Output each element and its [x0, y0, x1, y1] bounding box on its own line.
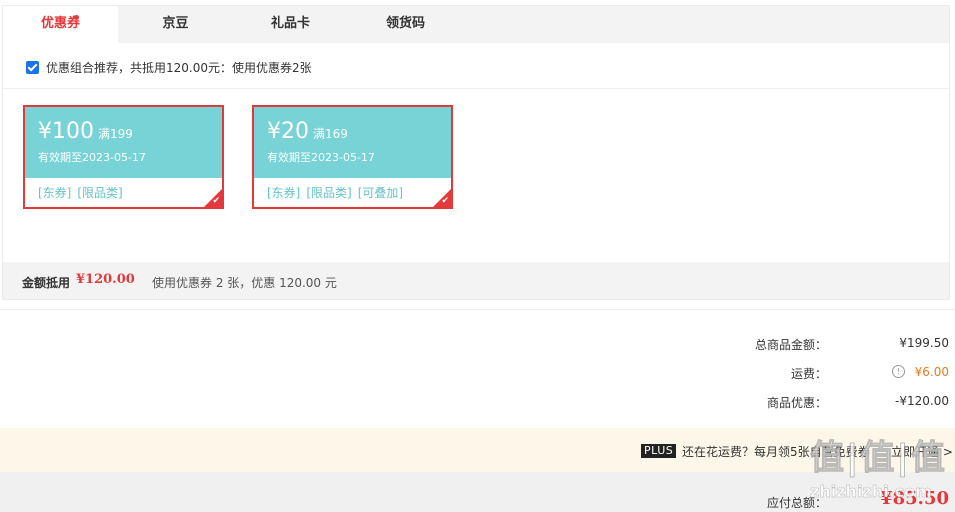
goods-total-label: 总商品金额：: [754, 338, 827, 352]
check-icon: ✔: [441, 196, 449, 206]
coupon-tag: [东券]: [38, 186, 72, 200]
coupon-tags: [东券] [限品类] [可叠加]: [267, 184, 409, 201]
coupon-amount: ¥100 满199: [38, 119, 133, 144]
summary-amount: ¥120.00: [76, 272, 135, 287]
tab-gift-card[interactable]: 礼品卡: [233, 6, 348, 43]
combo-text: 优惠组合推荐，共抵用120.00元：使用优惠券2张: [46, 61, 312, 75]
coupon-amount: ¥20 满169: [267, 119, 348, 144]
discount-row: 商品优惠： -¥120.00: [0, 394, 955, 414]
tab-gift-card-label: 礼品卡: [270, 16, 310, 31]
payable-label: 应付总额：: [766, 496, 827, 510]
coupon-tag: [限品类]: [306, 186, 352, 200]
notification-dot-icon: [74, 15, 79, 20]
shipping-value: ¥6.00: [914, 365, 949, 379]
tab-jingdou-label: 京豆: [162, 16, 189, 31]
discount-label: 商品优惠：: [766, 396, 827, 410]
coupon-amount-value: ¥100: [38, 119, 94, 144]
payable-value: ¥85.50: [880, 488, 949, 509]
combo-recommendation: 优惠组合推荐，共抵用120.00元：使用优惠券2张: [3, 43, 949, 89]
coupon-tag: [限品类]: [77, 186, 123, 200]
coupon-condition: 满169: [313, 127, 348, 141]
coupon-card[interactable]: ¥20 满169 有效期至2023-05-17 [东券] [限品类] [可叠加] ✔: [252, 105, 453, 209]
tab-coupons[interactable]: 优惠券: [3, 6, 118, 43]
shipping-row: 运费： ! ¥6.00: [0, 365, 955, 385]
tab-pickup-code-label: 领货码: [385, 16, 425, 31]
coupon-condition: 满199: [98, 127, 133, 141]
tab-pickup-code[interactable]: 领货码: [348, 6, 463, 43]
coupon-header: ¥100 满199 有效期至2023-05-17: [25, 107, 222, 178]
plus-promo-bar: PLUS 还在花运费？每月领5张自营免费券 立即开通 >: [0, 428, 955, 472]
coupon-expiry: 有效期至2023-05-17: [38, 151, 146, 164]
coupon-tag: [东券]: [267, 186, 301, 200]
coupon-tag: [可叠加]: [357, 186, 404, 200]
discount-tabs: 优惠券 京豆 礼品卡 领货码: [3, 6, 949, 43]
coupon-expiry: 有效期至2023-05-17: [267, 151, 375, 164]
discount-value: -¥120.00: [895, 394, 949, 408]
shipping-label: 运费：: [790, 367, 827, 381]
combo-checkbox[interactable]: [26, 61, 39, 74]
coupon-panel: 优惠券 京豆 礼品卡 领货码 优惠组合推荐，共抵用120.00元：使用优惠券2张…: [2, 5, 950, 300]
payable-bar: 应付总额： ¥85.50: [0, 472, 955, 512]
summary-description: 使用优惠券 2 张，优惠 120.00 元: [152, 276, 337, 290]
coupon-tags: [东券] [限品类]: [38, 184, 129, 201]
coupon-amount-value: ¥20: [267, 119, 309, 144]
summary-label: 金额抵用: [22, 276, 71, 290]
plus-badge: PLUS: [641, 444, 677, 458]
check-icon: ✔: [212, 196, 220, 206]
coupon-card[interactable]: ¥100 满199 有效期至2023-05-17 [东券] [限品类] ✔: [23, 105, 224, 209]
plus-promo-text: 还在花运费？每月领5张自营免费券: [682, 445, 870, 459]
goods-total-row: 总商品金额： ¥199.50: [0, 336, 955, 356]
plus-open-link[interactable]: 立即开通 >: [891, 443, 953, 460]
info-icon[interactable]: !: [892, 365, 905, 378]
goods-total-value: ¥199.50: [899, 336, 949, 350]
divider: [0, 309, 955, 310]
tab-jingdou[interactable]: 京豆: [118, 6, 233, 43]
coupon-header: ¥20 满169 有效期至2023-05-17: [254, 107, 451, 178]
discount-summary: 金额抵用 ¥120.00 使用优惠券 2 张，优惠 120.00 元: [3, 262, 949, 299]
